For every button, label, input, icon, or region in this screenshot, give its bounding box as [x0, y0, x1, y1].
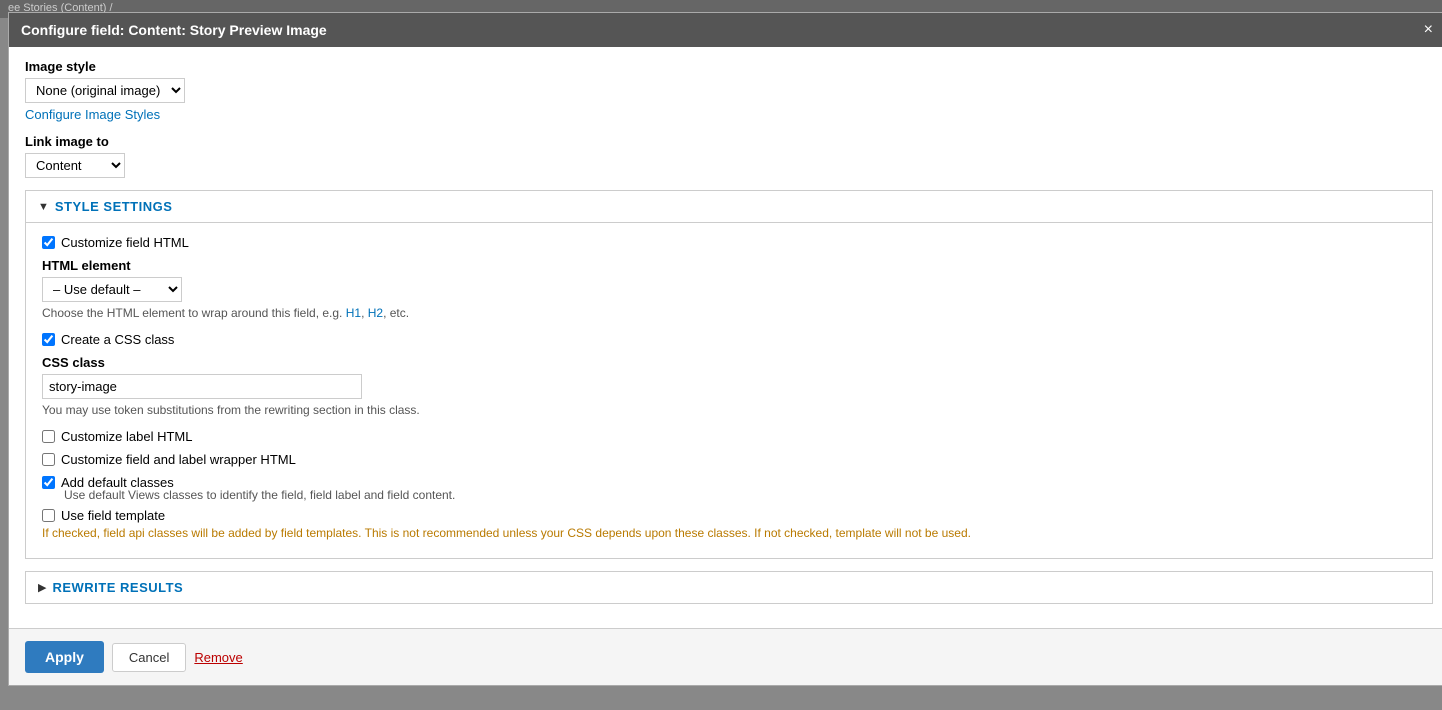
rewrite-results-toggle-icon: ▶ — [38, 581, 46, 594]
use-field-template-label[interactable]: Use field template — [61, 508, 165, 523]
style-settings-section: ▼ STYLE SETTINGS Customize field HTML HT… — [25, 190, 1433, 559]
create-css-class-checkbox[interactable] — [42, 333, 55, 346]
html-element-select[interactable]: – Use default – div span h1 h2 h3 p — [42, 277, 182, 302]
customize-wrapper-html-checkbox[interactable] — [42, 453, 55, 466]
css-class-group: CSS class You may use token substitution… — [42, 355, 1416, 417]
style-settings-title: STYLE SETTINGS — [55, 199, 173, 214]
add-default-classes-checkbox[interactable] — [42, 476, 55, 489]
rewrite-results-header[interactable]: ▶ REWRITE RESULTS — [26, 572, 1432, 603]
customize-field-html-label[interactable]: Customize field HTML — [61, 235, 189, 250]
cancel-button[interactable]: Cancel — [112, 643, 186, 672]
use-field-template-warning: If checked, field api classes will be ad… — [42, 526, 1416, 540]
use-field-template-row: Use field template — [42, 508, 1416, 523]
customize-wrapper-html-row: Customize field and label wrapper HTML — [42, 452, 1416, 467]
customize-field-html-checkbox[interactable] — [42, 236, 55, 249]
configure-image-styles-link[interactable]: Configure Image Styles — [25, 107, 1433, 122]
html-element-label: HTML element — [42, 258, 1416, 273]
image-style-label: Image style — [25, 59, 1433, 74]
link-image-group: Link image to Nothing Content File — [25, 134, 1433, 178]
create-css-class-label[interactable]: Create a CSS class — [61, 332, 174, 347]
image-style-group: Image style None (original image) Large … — [25, 59, 1433, 122]
modal-body: Image style None (original image) Large … — [9, 47, 1442, 628]
customize-label-html-checkbox[interactable] — [42, 430, 55, 443]
create-css-class-row: Create a CSS class — [42, 332, 1416, 347]
html-element-description: Choose the HTML element to wrap around t… — [42, 306, 1416, 320]
apply-button[interactable]: Apply — [25, 641, 104, 673]
h2-link[interactable]: H2 — [368, 306, 383, 320]
customize-field-html-row: Customize field HTML — [42, 235, 1416, 250]
customize-wrapper-html-label[interactable]: Customize field and label wrapper HTML — [61, 452, 296, 467]
add-default-classes-subtext: Use default Views classes to identify th… — [64, 488, 1416, 502]
customize-label-html-row: Customize label HTML — [42, 429, 1416, 444]
modal-header: Configure field: Content: Story Preview … — [9, 13, 1442, 47]
html-element-group: HTML element – Use default – div span h1… — [42, 258, 1416, 320]
use-field-template-checkbox[interactable] — [42, 509, 55, 522]
css-class-input[interactable] — [42, 374, 362, 399]
customize-label-html-label[interactable]: Customize label HTML — [61, 429, 193, 444]
style-settings-header[interactable]: ▼ STYLE SETTINGS — [26, 191, 1432, 222]
css-class-info: You may use token substitutions from the… — [42, 403, 1416, 417]
link-image-label: Link image to — [25, 134, 1433, 149]
close-button[interactable]: × — [1420, 21, 1437, 39]
remove-button[interactable]: Remove — [194, 650, 242, 665]
modal-footer: Apply Cancel Remove — [9, 628, 1442, 685]
link-image-select[interactable]: Nothing Content File — [25, 153, 125, 178]
rewrite-results-section: ▶ REWRITE RESULTS — [25, 571, 1433, 604]
css-class-label: CSS class — [42, 355, 1416, 370]
h1-link[interactable]: H1 — [346, 306, 361, 320]
image-style-select[interactable]: None (original image) Large (480×480) Me… — [25, 78, 185, 103]
modal-title: Configure field: Content: Story Preview … — [21, 22, 327, 38]
style-settings-content: Customize field HTML HTML element – Use … — [26, 222, 1432, 558]
rewrite-results-title: REWRITE RESULTS — [52, 580, 183, 595]
style-settings-toggle-icon: ▼ — [38, 201, 49, 213]
